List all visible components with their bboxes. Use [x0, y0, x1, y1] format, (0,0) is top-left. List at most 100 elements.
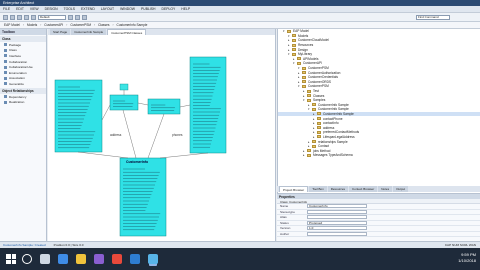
tree-item-label: Resources — [298, 43, 314, 48]
toolbox-item[interactable]: Generalize — [0, 81, 46, 87]
menu-item-tools[interactable]: TOOLS — [64, 7, 75, 11]
search-icon[interactable] — [22, 254, 32, 264]
property-value-field[interactable] — [307, 209, 367, 214]
expand-icon[interactable]: ▸ — [313, 135, 316, 139]
menu-item-layout[interactable]: LAYOUT — [101, 7, 114, 11]
expand-icon[interactable]: ▸ — [288, 43, 291, 47]
tree-item-label: Messages TypeAndSchema — [313, 153, 353, 158]
browser-tab[interactable]: Tool Box — [309, 186, 327, 192]
collapse-icon[interactable]: ▾ — [293, 61, 296, 65]
save-icon[interactable] — [17, 14, 22, 20]
class-box-mini[interactable] — [119, 83, 129, 91]
collapse-icon[interactable]: ▾ — [288, 34, 291, 38]
expand-icon[interactable]: ▸ — [288, 38, 291, 42]
property-value-field[interactable]: Proposed — [307, 220, 367, 225]
property-value-field[interactable]: 1.0 — [307, 226, 367, 231]
class-box-mid-right[interactable] — [147, 98, 181, 115]
redo-icon[interactable] — [31, 14, 36, 20]
expand-icon[interactable]: ▸ — [308, 144, 311, 148]
toolbox-item-label: Dependency — [9, 94, 27, 99]
collapse-icon[interactable]: ▾ — [298, 84, 301, 88]
expand-icon[interactable]: ▸ — [298, 75, 301, 79]
taskview-icon[interactable] — [40, 254, 50, 264]
collapse-icon[interactable]: ▾ — [283, 29, 286, 33]
workspace-combo[interactable]: Default — [38, 14, 66, 20]
browser-tab[interactable]: Notes — [378, 186, 393, 192]
expand-icon[interactable]: ▸ — [303, 149, 306, 153]
collapse-icon[interactable]: ▾ — [303, 98, 306, 102]
expand-icon[interactable]: ▸ — [298, 71, 301, 75]
expand-icon[interactable]: ▸ — [308, 140, 311, 144]
breadcrumb-item[interactable]: CustomerAPI — [44, 23, 63, 27]
find-command-input[interactable]: Find Command — [416, 15, 450, 20]
menu-item-publish[interactable]: PUBLISH — [141, 7, 156, 11]
expand-icon[interactable]: ▸ — [293, 57, 296, 61]
breadcrumb-item[interactable]: CustomerInfo Sample — [117, 23, 148, 27]
class-box-right[interactable] — [189, 56, 227, 154]
uml-element-icon — [4, 100, 7, 104]
breadcrumb-item[interactable]: EAP Model — [4, 23, 20, 27]
expand-icon[interactable]: ▸ — [303, 94, 306, 98]
visualstudio-icon[interactable] — [94, 254, 104, 264]
breadcrumb-item[interactable]: Classes — [98, 23, 109, 27]
expand-icon[interactable]: ▸ — [298, 80, 301, 84]
browser-tab[interactable]: Output — [393, 186, 409, 192]
tree-item-label: CustomerPSM — [308, 84, 329, 89]
expand-icon[interactable]: ▸ — [313, 112, 316, 116]
class-box-bottom[interactable] — [119, 157, 167, 237]
toolbox-item[interactable]: Realization — [0, 99, 46, 105]
menu-item-deploy[interactable]: DEPLOY — [162, 7, 176, 11]
menu-item-help[interactable]: HELP — [181, 7, 190, 11]
package-icon — [317, 117, 321, 121]
property-value-field[interactable]: CustomerInfo — [307, 204, 367, 209]
toolbox-item-label: Collaboration — [9, 59, 28, 64]
expand-icon[interactable]: ▸ — [313, 121, 316, 125]
package-icon — [297, 61, 301, 65]
open-icon[interactable] — [10, 14, 15, 20]
expand-icon[interactable]: ▸ — [313, 130, 316, 134]
menu-item-design[interactable]: DESIGN — [45, 7, 58, 11]
tree-item-label: preferredContactMethods — [323, 130, 360, 135]
browser-icon[interactable] — [58, 254, 68, 264]
diagram-canvas[interactable]: Start Page CustomerInfo Sample CustomerPSM… — [48, 29, 276, 241]
property-key: Stereotype — [280, 209, 295, 214]
toolbox-item-label: Association — [9, 76, 25, 81]
expand-icon[interactable]: ▸ — [303, 153, 306, 157]
tree-item-label: Classes — [313, 93, 325, 98]
browser-tab[interactable]: Project Browser — [279, 186, 309, 192]
menu-item-edit[interactable]: EDIT — [16, 7, 24, 11]
copy-icon[interactable] — [75, 14, 80, 20]
collapse-icon[interactable]: ▾ — [308, 107, 311, 111]
tree-item[interactable]: ▸ Messages TypeAndSchema — [278, 153, 480, 158]
breadcrumb-item[interactable]: Models — [27, 23, 37, 27]
paste-icon[interactable] — [82, 14, 87, 20]
undo-icon[interactable] — [24, 14, 29, 20]
expand-icon[interactable]: ▸ — [313, 117, 316, 121]
chrome-icon[interactable] — [112, 254, 122, 264]
breadcrumb-item[interactable]: CustomerPSM — [70, 23, 91, 27]
class-box-center[interactable] — [109, 94, 139, 111]
menu-item-extend[interactable]: EXTEND — [81, 7, 95, 11]
package-icon — [307, 149, 311, 153]
expand-icon[interactable]: ▸ — [288, 48, 291, 52]
class-diagram[interactable]: address phones CustomerInfo — [48, 35, 276, 241]
menu-item-file[interactable]: FILE — [3, 7, 10, 11]
browser-tab[interactable]: Resources — [327, 186, 349, 192]
menu-item-view[interactable]: VIEW — [30, 7, 39, 11]
system-tray[interactable]: 9:59 PM 1/10/2018 — [458, 252, 476, 264]
ea-icon[interactable] — [148, 254, 158, 264]
browser-tab[interactable]: Context Browser — [349, 186, 378, 192]
menu-item-window[interactable]: WINDOW — [120, 7, 135, 11]
cut-icon[interactable] — [68, 14, 73, 20]
property-value-field[interactable] — [307, 215, 367, 220]
collapse-icon[interactable]: ▾ — [288, 52, 291, 56]
expand-icon[interactable]: ▸ — [313, 126, 316, 130]
collapse-icon[interactable]: ▾ — [298, 66, 301, 70]
explorer-icon[interactable] — [76, 254, 86, 264]
expand-icon[interactable]: ▸ — [303, 89, 306, 93]
new-icon[interactable] — [3, 14, 8, 20]
mail-icon[interactable] — [130, 254, 140, 264]
property-value-field[interactable] — [307, 231, 367, 236]
expand-icon[interactable]: ▸ — [308, 103, 311, 107]
start-button[interactable] — [6, 254, 16, 264]
